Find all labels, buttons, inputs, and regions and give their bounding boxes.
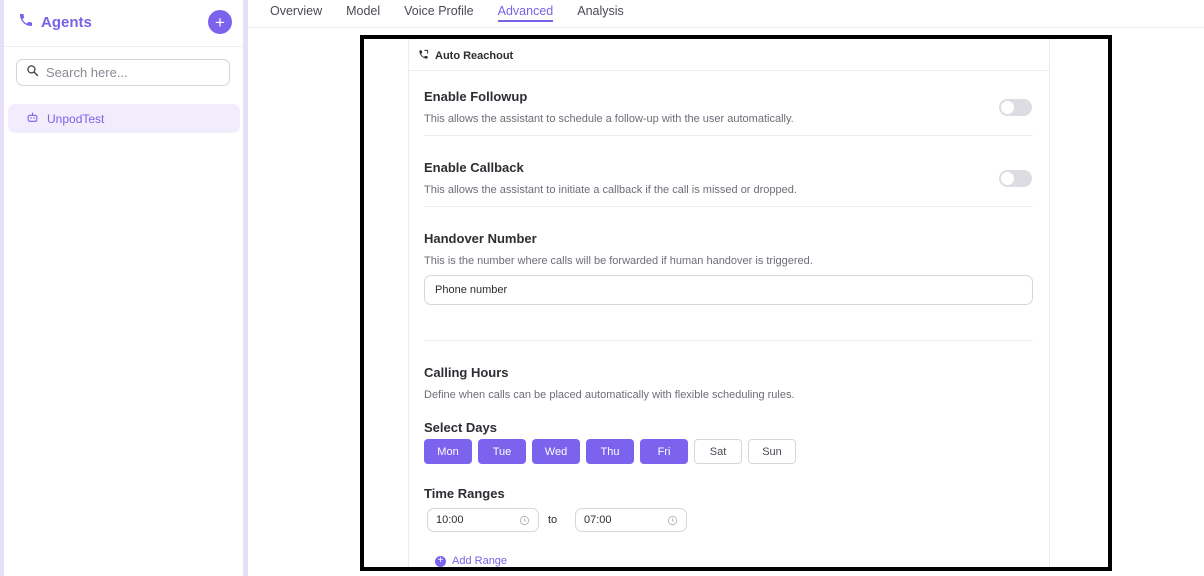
plus-icon: +: [435, 555, 446, 567]
sidebar-header: Agents +: [4, 0, 243, 47]
card-title: Auto Reachout: [418, 49, 513, 63]
add-agent-button[interactable]: +: [208, 10, 232, 34]
sidebar-title-text: Agents: [41, 13, 92, 31]
phone-call-icon: [418, 49, 429, 63]
day-thu-button[interactable]: Thu: [586, 439, 634, 464]
tab-bar-underline: [248, 27, 1204, 28]
phone-icon: [18, 12, 34, 32]
callback-desc: This allows the assistant to initiate a …: [424, 184, 797, 196]
day-tue-button[interactable]: Tue: [478, 439, 526, 464]
tab-analysis[interactable]: Analysis: [577, 0, 624, 22]
tab-overview[interactable]: Overview: [270, 0, 322, 22]
time-ranges-label: Time Ranges: [424, 486, 505, 501]
sidebar-item-unpodtest[interactable]: UnpodTest: [8, 104, 240, 133]
sidebar-title: Agents: [18, 12, 92, 32]
divider: [424, 206, 1033, 207]
add-range-label: Add Range: [452, 555, 508, 567]
divider: [424, 135, 1033, 136]
start-time-value: 10:00: [436, 514, 464, 526]
tab-voice-profile[interactable]: Voice Profile: [404, 0, 473, 22]
day-sun-button[interactable]: Sun: [748, 439, 796, 464]
phone-number-input[interactable]: [424, 275, 1033, 305]
tab-advanced[interactable]: Advanced: [497, 0, 554, 22]
handover-desc: This is the number where calls will be f…: [424, 255, 813, 267]
search-icon: [26, 64, 46, 82]
select-days-label: Select Days: [424, 420, 497, 435]
search-box: [16, 59, 230, 86]
end-time-picker[interactable]: 07:00: [575, 508, 687, 532]
day-wed-button[interactable]: Wed: [532, 439, 580, 464]
to-label: to: [548, 514, 558, 526]
card-title-text: Auto Reachout: [435, 50, 514, 62]
start-time-picker[interactable]: 10:00: [427, 508, 539, 532]
handover-title: Handover Number: [424, 231, 537, 246]
add-range-button[interactable]: + Add Range: [435, 555, 507, 567]
search-input[interactable]: [46, 65, 216, 80]
end-time-value: 07:00: [584, 514, 612, 526]
callback-title: Enable Callback: [424, 160, 524, 175]
followup-title: Enable Followup: [424, 89, 528, 104]
auto-reachout-card: Auto Reachout Enable Followup This allow…: [408, 39, 1050, 567]
day-selector: Mon Tue Wed Thu Fri Sat Sun: [424, 439, 796, 464]
calling-hours-title: Calling Hours: [424, 365, 509, 380]
day-fri-button[interactable]: Fri: [640, 439, 688, 464]
clock-icon: [519, 515, 530, 526]
sidebar: Agents + UnpodTest: [4, 0, 243, 576]
sidebar-item-label: UnpodTest: [47, 111, 105, 126]
highlight-frame: Auto Reachout Enable Followup This allow…: [360, 35, 1112, 571]
divider: [424, 340, 1033, 341]
tab-model[interactable]: Model: [346, 0, 380, 22]
followup-toggle[interactable]: [999, 99, 1032, 116]
followup-desc: This allows the assistant to schedule a …: [424, 113, 794, 125]
calling-hours-desc: Define when calls can be placed automati…: [424, 389, 795, 401]
callback-toggle[interactable]: [999, 170, 1032, 187]
clock-icon: [667, 515, 678, 526]
robot-icon: [26, 111, 39, 127]
tab-bar: Overview Model Voice Profile Advanced An…: [270, 0, 648, 28]
day-sat-button[interactable]: Sat: [694, 439, 742, 464]
panel-divider-strip: [243, 0, 248, 576]
day-mon-button[interactable]: Mon: [424, 439, 472, 464]
card-header: Auto Reachout: [409, 39, 1049, 71]
